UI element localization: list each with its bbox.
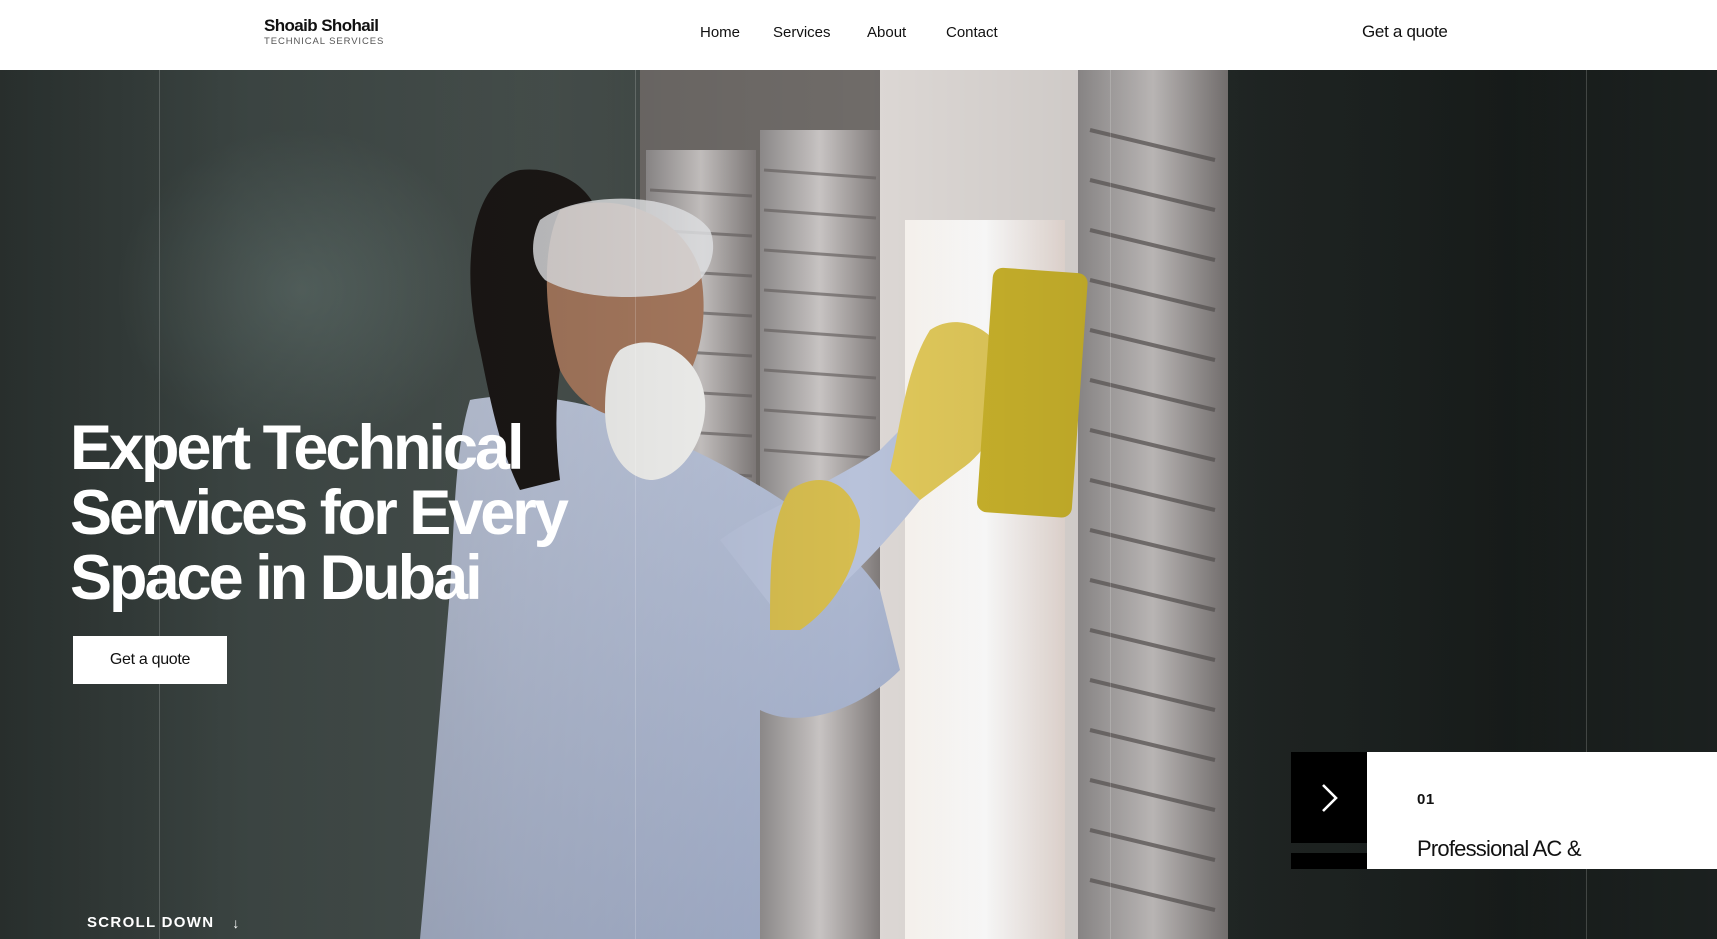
nav-item-home[interactable]: Home — [700, 24, 740, 41]
nav-item-contact[interactable]: Contact — [946, 24, 998, 41]
hero-get-quote-button[interactable]: Get a quote — [73, 636, 227, 684]
site-header: Shoaib Shohail TECHNICAL SERVICES Home S… — [0, 0, 1717, 70]
scroll-down-link[interactable]: SCROLL DOWN ↓ — [87, 914, 241, 931]
chevron-right-icon — [1322, 783, 1338, 812]
hero-title: Expert Technical Services for Every Spac… — [70, 416, 630, 611]
slider-prev-button[interactable] — [1291, 853, 1367, 869]
scroll-down-label: SCROLL DOWN — [87, 914, 215, 931]
grid-line — [1110, 70, 1111, 939]
main-nav: Home Services About Contact — [0, 24, 1717, 44]
nav-item-about[interactable]: About — [867, 24, 906, 41]
hero-title-line: Space in Dubai — [70, 543, 483, 613]
slide-card[interactable]: 01 Professional AC & — [1367, 752, 1717, 869]
hero-title-line: Services for Every — [70, 478, 569, 548]
arrow-down-icon: ↓ — [232, 914, 241, 931]
slide-title: Professional AC & — [1417, 836, 1582, 861]
hero-title-line: Expert Technical — [70, 413, 525, 483]
nav-item-services[interactable]: Services — [773, 24, 831, 41]
slider-next-button[interactable] — [1291, 752, 1367, 843]
slide-number: 01 — [1417, 791, 1435, 808]
header-get-quote-link[interactable]: Get a quote — [1362, 22, 1448, 42]
grid-line — [635, 70, 636, 939]
